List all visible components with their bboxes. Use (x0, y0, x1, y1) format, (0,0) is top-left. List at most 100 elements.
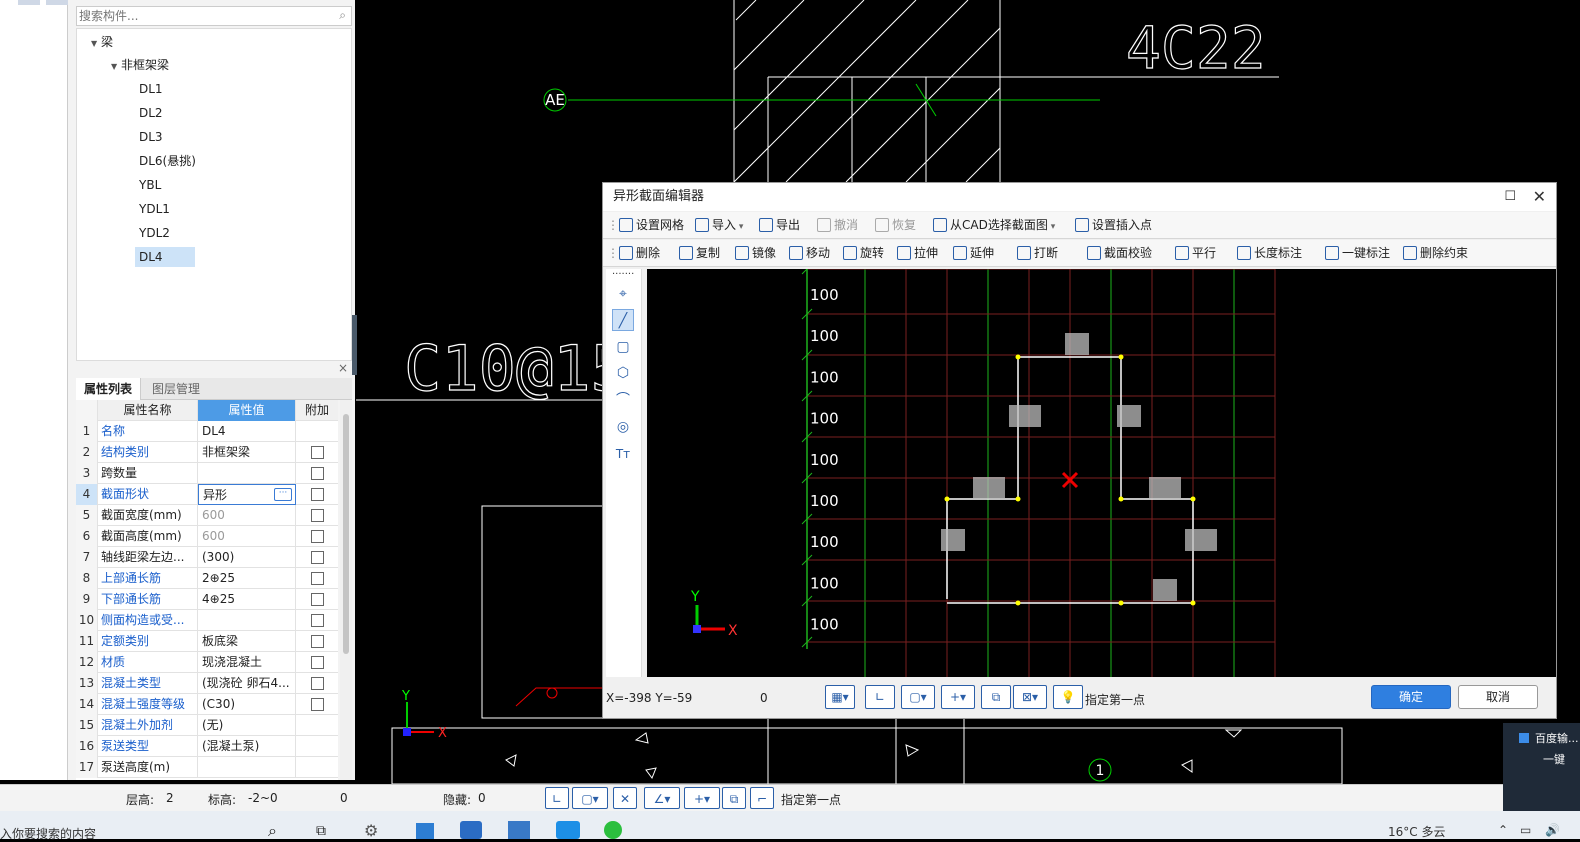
toolbar-move-button[interactable]: 移动 (789, 240, 830, 267)
toolbar-undo-button[interactable]: 撤消 (817, 212, 858, 239)
toolbar-auto-dimension-button[interactable]: 一键标注 (1325, 240, 1390, 267)
property-value[interactable]: 现浇混凝土 (198, 652, 296, 673)
extra-checkbox[interactable] (310, 593, 324, 606)
hint-bulb-icon[interactable]: 💡 (1053, 685, 1083, 709)
table-row[interactable]: 17 泵送高度(m) (76, 757, 338, 778)
extra-checkbox[interactable] (310, 530, 324, 543)
task-view-icon[interactable]: ⧉ (316, 823, 326, 839)
chevron-up-icon[interactable]: ⌃ (1498, 823, 1508, 837)
extra-checkbox[interactable] (310, 446, 324, 459)
table-scrollbar[interactable] (340, 400, 352, 780)
tree-item[interactable]: DL6(悬挑) (135, 151, 200, 171)
volume-icon[interactable]: 🔊 (1545, 823, 1560, 837)
toolbar-delete-constraint-button[interactable]: 删除约束 (1403, 240, 1468, 267)
property-value[interactable]: (300) (198, 547, 296, 568)
tree-node-group[interactable]: ▼ 非框架梁 (107, 55, 173, 75)
text-tool-icon[interactable]: Tт (612, 443, 634, 465)
table-row[interactable]: 11 定额类别 板底梁 (76, 631, 338, 652)
chevron-down-icon[interactable]: ▾ (1048, 222, 1056, 232)
toolbar-cad-select-button[interactable]: 从CAD选择截面图 ▾ (933, 212, 1055, 239)
toolbar-extend-button[interactable]: 延伸 (953, 240, 994, 267)
extra-checkbox[interactable] (310, 614, 324, 627)
chevron-down-icon[interactable]: ▼ (111, 62, 117, 71)
table-row[interactable]: 1 名称 DL4 (76, 421, 338, 442)
snap-icon[interactable]: ▢▾ (572, 787, 608, 809)
toolbar-mirror-button[interactable]: 镜像 (735, 240, 776, 267)
app-icon[interactable] (416, 823, 434, 839)
section-grid[interactable]: 100100100100100100100100100 Y X (647, 263, 1556, 677)
table-row[interactable]: 14 混凝土强度等级 (C30) (76, 694, 338, 715)
extra-checkbox[interactable] (310, 467, 324, 480)
table-row[interactable]: 6 截面高度(mm) 600 (76, 526, 338, 547)
tree-item[interactable]: YBL (135, 175, 165, 195)
toolbar-redo-button[interactable]: 恢复 (875, 212, 916, 239)
cancel-button[interactable]: 取消 (1458, 685, 1538, 709)
scrollbar-thumb[interactable] (343, 414, 349, 654)
weather-widget[interactable]: 16°C 多云 (1388, 823, 1445, 840)
toolbar-dimension-button[interactable]: 长度标注 (1237, 240, 1302, 267)
dynamic-icon[interactable]: ⧉ (722, 787, 746, 809)
strip-button[interactable] (46, 0, 68, 5)
tab-layer-management[interactable]: 图层管理 (144, 378, 208, 400)
line-tool-icon[interactable]: ╱ (612, 309, 634, 331)
toolbar-stretch-button[interactable]: 拉伸 (897, 240, 938, 267)
ok-button[interactable]: 确定 (1371, 685, 1451, 709)
property-value[interactable]: 600 (198, 505, 296, 526)
constraint-markers[interactable] (941, 333, 1217, 601)
table-row[interactable]: 10 侧面构造或受... (76, 610, 338, 631)
wechat-icon[interactable] (604, 821, 622, 839)
rect-tool-icon[interactable]: ▢ (612, 336, 634, 358)
toolbar-rotate-button[interactable]: 旋转 (843, 240, 884, 267)
ortho-icon[interactable]: ∟ (545, 787, 569, 809)
search-icon[interactable]: ⌕ (339, 8, 346, 23)
toolbar-delete-button[interactable]: 删除 (619, 240, 660, 267)
component-search[interactable]: ⌕ (76, 6, 352, 26)
toolbar-parallel-button[interactable]: 平行 (1175, 240, 1216, 267)
toolbar-export-button[interactable]: 导出 (759, 212, 800, 239)
extra-checkbox[interactable] (310, 635, 324, 648)
arc-tool-icon[interactable]: ⌒ (612, 389, 634, 411)
taskbar-search[interactable]: 入你要搜索的内容 (0, 825, 96, 842)
tree-item[interactable]: DL4 (135, 247, 195, 267)
offset-icon[interactable]: +▾ (684, 787, 720, 809)
extra-checkbox[interactable] (310, 509, 324, 522)
property-value[interactable]: 600 (198, 526, 296, 547)
extra-checkbox[interactable] (310, 677, 324, 690)
property-value[interactable] (198, 463, 296, 484)
property-value[interactable]: 2⊕25 (198, 568, 296, 589)
trace-icon[interactable]: ⌐ (750, 787, 774, 809)
section-canvas[interactable]: 100 100 100 100 100 100 100 100 100 Y X (647, 263, 1556, 677)
extra-checkbox[interactable] (310, 656, 324, 669)
more-options-icon[interactable]: ··· (274, 488, 292, 501)
app-icon[interactable] (460, 821, 482, 839)
toolbar-break-button[interactable]: 打断 (1017, 240, 1058, 267)
property-value[interactable]: 板底梁 (198, 631, 296, 652)
app-icon[interactable] (556, 821, 580, 839)
toolbar-import-button[interactable]: 导入 ▾ (695, 212, 743, 239)
chevron-down-icon[interactable]: ▼ (91, 39, 97, 48)
tray-icon[interactable]: ▭ (1520, 823, 1531, 837)
table-row[interactable]: 3 跨数量 (76, 463, 338, 484)
table-row[interactable]: 7 轴线距梁左边... (300) (76, 547, 338, 568)
table-row[interactable]: 16 泵送类型 (混凝土泵) (76, 736, 338, 757)
table-row[interactable]: 13 混凝土类型 (现浇砼 卵石4... (76, 673, 338, 694)
extra-checkbox[interactable] (310, 572, 324, 585)
polygon-tool-icon[interactable]: ⬡ (612, 362, 634, 384)
extra-checkbox[interactable] (310, 698, 324, 711)
table-row[interactable]: 9 下部通长筋 4⊕25 (76, 589, 338, 610)
property-value[interactable] (198, 610, 296, 631)
table-row[interactable]: 12 材质 现浇混凝土 (76, 652, 338, 673)
close-icon[interactable]: × (338, 361, 348, 375)
table-row[interactable]: 5 截面宽度(mm) 600 (76, 505, 338, 526)
close-icon[interactable]: ✕ (1533, 183, 1546, 211)
property-value[interactable]: (无) (198, 715, 296, 736)
property-value[interactable]: (C30) (198, 694, 296, 715)
property-value[interactable]: 非框架梁 (198, 442, 296, 463)
ortho-toggle-icon[interactable]: ∟ (865, 685, 895, 709)
table-row[interactable]: 4 截面形状 异形 ··· (76, 484, 338, 505)
app-icon[interactable] (508, 821, 530, 839)
panel-splitter[interactable]: × (76, 361, 352, 378)
circle-tool-icon[interactable]: ◎ (612, 416, 634, 438)
search-icon[interactable]: ⌕ (268, 821, 277, 841)
tree-item[interactable]: YDL1 (135, 199, 174, 219)
